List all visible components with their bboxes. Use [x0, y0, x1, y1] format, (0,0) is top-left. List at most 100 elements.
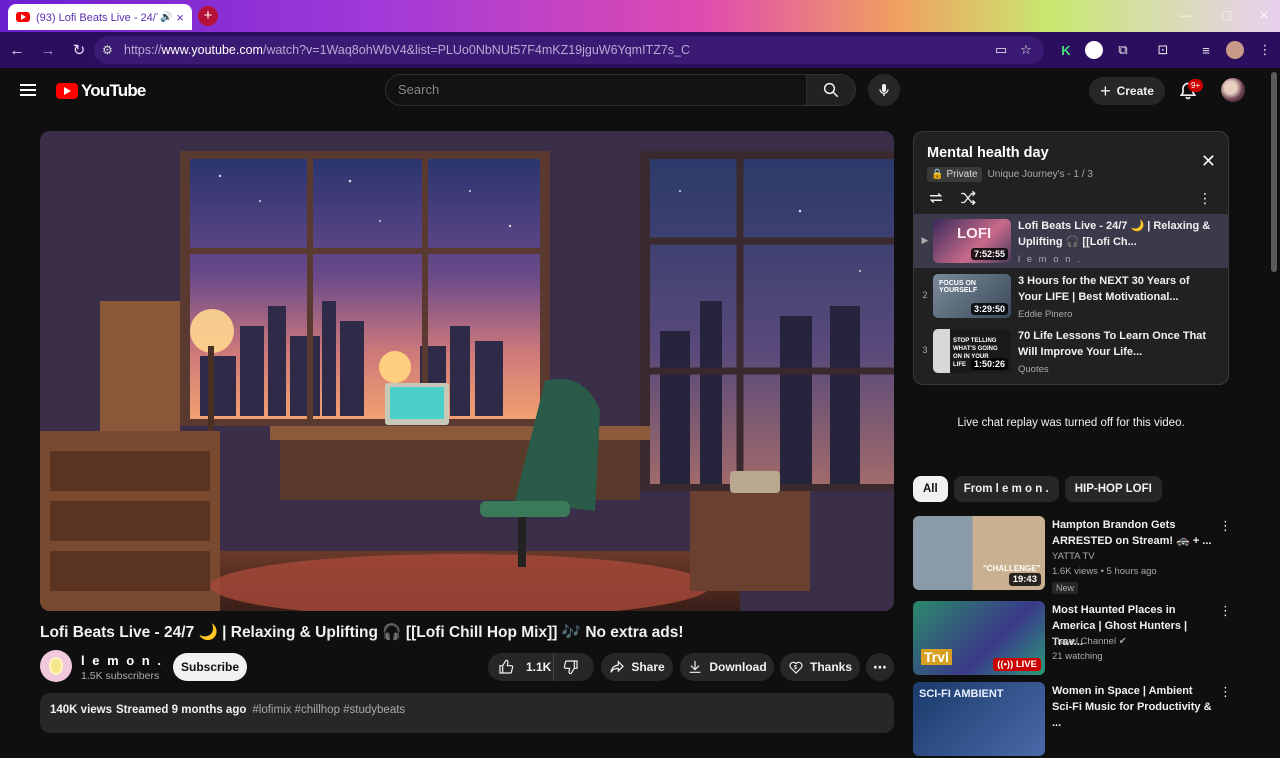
thanks-heart-dollar-icon: $ [789, 661, 803, 674]
thanks-button[interactable]: $ Thanks [780, 653, 860, 681]
shuffle-icon[interactable] [959, 189, 977, 207]
url-field[interactable]: ⚙ https://www.youtube.com/watch?v=1Waq8o… [94, 36, 1044, 64]
more-options-icon[interactable]: ⋮ [1219, 603, 1232, 619]
playlist-item-title: 3 Hours for the NEXT 30 Years of Your LI… [1018, 275, 1190, 303]
search-input[interactable]: Search [385, 74, 806, 106]
loop-icon[interactable] [927, 189, 945, 207]
speaker-icon[interactable]: 🔊 [160, 12, 172, 23]
menu-icon[interactable] [20, 84, 36, 96]
extensions-puzzle-icon[interactable]: ⧉ [1113, 40, 1133, 60]
extension-k-icon[interactable]: K [1056, 40, 1076, 60]
account-avatar[interactable] [1221, 78, 1245, 102]
playlist-item-thumbnail: LOFI 7:52:55 [933, 219, 1011, 263]
playlist-more-icon[interactable]: ⋮ [1198, 190, 1212, 207]
dislike-button[interactable] [554, 659, 594, 675]
close-icon[interactable]: ✕ [1201, 152, 1216, 170]
back-icon[interactable]: ← [3, 36, 31, 64]
lofi-room-illustration [40, 131, 894, 611]
recommendation-title: Women in Space | Ambient Sci-Fi Music fo… [1052, 685, 1212, 729]
now-playing-icon: ▶ [921, 235, 929, 245]
like-button[interactable]: 1.1K [488, 653, 554, 681]
playlist-item[interactable]: ▶ LOFI 7:52:55 Lofi Beats Live - 24/7 🌙 … [914, 214, 1228, 268]
recommendation-filter-chips: All From l e m o n . HIP-HOP LOFI [913, 476, 1162, 502]
bookmark-star-icon[interactable]: ☆ [1016, 40, 1036, 60]
playlist-meta: 🔒 Private Unique Journey's - 1 / 3 [927, 167, 1093, 182]
microphone-icon [879, 84, 889, 96]
playlist-item-channel: l e m o n . [1018, 254, 1082, 265]
thumbs-down-icon [563, 660, 578, 675]
minimize-icon[interactable]: — [1180, 8, 1192, 22]
channel-name[interactable]: l e m o n . [81, 653, 163, 668]
description-box[interactable]: 140K views Streamed 9 months ago #lofimix … [40, 693, 894, 733]
playlist-item-thumbnail: STOP TELLING WHAT'S GOING ON IN YOUR LIF… [933, 329, 1011, 373]
recommendation-thumbnail: "CHALLENGE" 19:43 [913, 516, 1045, 590]
window-close-icon[interactable]: ✕ [1259, 8, 1269, 22]
lemon-logo-icon [49, 657, 63, 675]
channel-avatar[interactable] [40, 650, 72, 682]
media-control-icon[interactable]: ≡ [1196, 40, 1216, 60]
recommendation-thumbnail: Trvl ((•)) LIVE [913, 601, 1045, 675]
more-actions-button[interactable]: ⋯ [866, 653, 894, 681]
tab-title: (93) Lofi Beats Live - 24/7 🌙 [36, 11, 158, 24]
browser-tab[interactable]: (93) Lofi Beats Live - 24/7 🌙 🔊 × [8, 4, 192, 30]
maximize-icon[interactable]: ▢ [1221, 8, 1232, 22]
subscriber-count: 1.5K subscribers [81, 670, 160, 682]
thumbs-up-icon [499, 659, 514, 674]
more-options-icon[interactable]: ⋮ [1219, 518, 1232, 534]
youtube-favicon-icon [16, 12, 30, 22]
notification-count-badge: 9+ [1188, 79, 1204, 92]
browser-menu-icon[interactable]: ⋮ [1255, 40, 1275, 60]
download-icon [689, 661, 701, 673]
site-info-icon[interactable]: ⚙ [102, 43, 120, 57]
tab-search-icon[interactable]: ⊡ [1153, 40, 1173, 60]
voice-search-button[interactable] [868, 74, 900, 106]
more-options-icon[interactable]: ⋮ [1219, 684, 1232, 700]
youtube-logo[interactable]: YouTube [56, 81, 146, 101]
recommendation-item[interactable]: "CHALLENGE" 19:43 Hampton Brandon Gets A… [913, 516, 1233, 594]
url-text: https://www.youtube.com/watch?v=1Waq8ohW… [124, 43, 691, 57]
recommendation-views: 1.6K views • 5 hours ago [1052, 566, 1157, 577]
playlist-owner-progress: Unique Journey's - 1 / 3 [987, 169, 1093, 180]
recommendation-channel: YATTA TV [1052, 551, 1095, 562]
playlist-item[interactable]: 2 FOCUS ON YOURSELF 3:29:50 3 Hours for … [914, 269, 1228, 323]
playlist-item[interactable]: 3 STOP TELLING WHAT'S GOING ON IN YOUR L… [914, 324, 1228, 378]
share-arrow-icon [610, 660, 625, 673]
browser-tab-bar: (93) Lofi Beats Live - 24/7 🌙 🔊 × + — ▢ … [0, 0, 1280, 32]
playlist-controls [927, 189, 977, 207]
recommendation-views: 21 watching [1052, 651, 1103, 662]
search-button[interactable] [806, 74, 856, 106]
download-button[interactable]: Download [680, 653, 774, 681]
share-button[interactable]: Share [601, 653, 673, 681]
tab-close-icon[interactable]: × [176, 10, 184, 25]
playlist-item-title: 70 Life Lessons To Learn Once That Will … [1018, 330, 1207, 358]
private-badge: 🔒 Private [927, 167, 982, 182]
playlist-item-index: 3 [922, 345, 928, 355]
subscribe-button[interactable]: Subscribe [173, 653, 247, 681]
youtube-play-icon [56, 83, 78, 99]
reload-icon[interactable]: ↻ [65, 36, 93, 64]
recommendation-item[interactable]: SCI-FI AMBIENT Women in Space | Ambient … [913, 682, 1233, 758]
svg-text:$: $ [794, 665, 797, 671]
new-tab-button[interactable]: + [198, 6, 218, 26]
lock-icon: 🔒 [931, 169, 944, 180]
chip-all[interactable]: All [913, 476, 948, 502]
cast-icon[interactable]: ▭ [991, 40, 1011, 60]
create-button[interactable]: + Create [1089, 77, 1165, 105]
youtube-header: YouTube Search + Create 9+ [0, 68, 1280, 114]
recommendation-title: Hampton Brandon Gets ARRESTED on Stream!… [1052, 519, 1212, 547]
extension-circle-icon[interactable] [1084, 40, 1104, 60]
playlist-title[interactable]: Mental health day [927, 145, 1049, 161]
playlist-item-title: Lofi Beats Live - 24/7 🌙 | Relaxing & Up… [1018, 220, 1211, 248]
video-player[interactable] [40, 131, 894, 611]
recommendation-channel: Travel Channel ✔ [1052, 636, 1127, 647]
page-scrollbar[interactable] [1271, 72, 1277, 272]
playlist-item-channel: Eddie Pinero [1018, 309, 1073, 320]
chip-hip-hop-lofi[interactable]: HIP-HOP LOFI [1064, 476, 1162, 502]
recommendation-thumbnail: SCI-FI AMBIENT [913, 682, 1045, 756]
playlist-panel: Mental health day ✕ 🔒 Private Unique Jour… [913, 131, 1229, 385]
chat-replay-notice: Live chat replay was turned off for this… [957, 417, 1185, 429]
chip-from-channel[interactable]: From l e m o n . [953, 476, 1059, 502]
profile-avatar-icon[interactable] [1225, 40, 1245, 60]
recommendation-item[interactable]: Trvl ((•)) LIVE Most Haunted Places in A… [913, 601, 1233, 677]
forward-icon[interactable]: → [34, 36, 62, 64]
